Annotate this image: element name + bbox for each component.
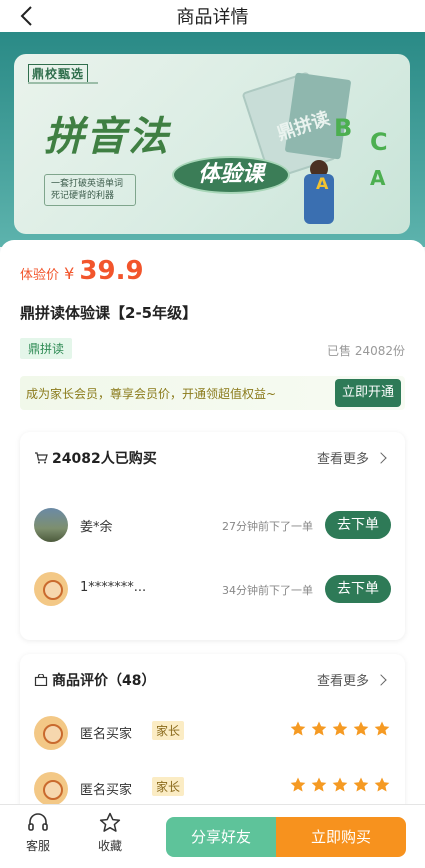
buyer-name: 1*******... xyxy=(80,580,147,595)
reviewer-role-badge: 家长 xyxy=(152,777,185,796)
course-banner[interactable]: 鼎校甄选 拼音法 一套打破英语单词死记硬背的利器 鼎拼读 体验课 B C A A xyxy=(14,54,410,234)
page-title: 商品详情 xyxy=(176,7,249,28)
service-label: 客服 xyxy=(25,839,50,853)
headset-icon xyxy=(28,813,48,831)
product-tag: 鼎拼读 xyxy=(20,338,73,359)
buy-now-button[interactable]: 立即购买 xyxy=(276,817,406,857)
price-symbol: ¥ xyxy=(64,264,75,283)
buyer-name: 姜*余 xyxy=(80,520,113,535)
buyers-header: 24082人已购买 xyxy=(34,448,157,468)
buyers-panel: 24082人已购买 查看更多 姜*余 27分钟前下了一单 去下单 1******… xyxy=(20,432,405,640)
reviews-more-link[interactable]: 查看更多 xyxy=(316,670,387,689)
star-icon xyxy=(353,721,369,736)
star-icon xyxy=(311,721,327,736)
reviewer-role-badge: 家长 xyxy=(152,721,185,740)
star-outline-icon xyxy=(99,812,121,832)
reviews-header: 商品评价（48） xyxy=(34,670,155,690)
reviews-more-label: 查看更多 xyxy=(316,674,369,689)
favorite-tab[interactable]: 收藏 xyxy=(90,811,130,854)
buyers-header-label: 24082人已购买 xyxy=(52,451,157,467)
letter-a: A xyxy=(370,166,386,190)
chevron-right-icon xyxy=(375,452,387,464)
buyer-time: 34分钟前下了一单 xyxy=(222,584,313,597)
star-icon xyxy=(353,777,369,792)
reviewer-name: 匿名买家 xyxy=(80,783,133,798)
order-button[interactable]: 去下单 xyxy=(325,511,391,539)
bag-icon xyxy=(34,674,48,686)
vip-text: 成为家长会员，尊享会员价，开通领超值权益~ xyxy=(26,387,277,401)
reviewer-name: 匿名买家 xyxy=(80,727,133,742)
banner-pill: 体验课 xyxy=(172,156,290,194)
avatar xyxy=(34,508,68,542)
review-row: 匿名买家 家长 xyxy=(34,714,391,750)
star-icon xyxy=(311,777,327,792)
order-button[interactable]: 去下单 xyxy=(325,575,391,603)
review-row: 匿名买家 家长 xyxy=(34,770,391,806)
rating-stars xyxy=(286,720,391,742)
product-title: 鼎拼读体验课【2-5年级】 xyxy=(20,304,198,322)
banner-pill-label: 体验课 xyxy=(197,162,264,187)
price-label: 体验价 xyxy=(20,268,60,283)
avatar xyxy=(34,772,68,806)
buyers-more-label: 查看更多 xyxy=(316,452,369,467)
brand-logo: 鼎校甄选 xyxy=(28,64,89,83)
cart-icon xyxy=(35,452,48,464)
banner-slogan: 一套打破英语单词死记硬背的利器 xyxy=(44,174,136,206)
buyer-time: 27分钟前下了一单 xyxy=(222,520,313,533)
customer-service-tab[interactable]: 客服 xyxy=(18,811,58,854)
buyer-row: 1*******... 34分钟前下了一单 去下单 xyxy=(34,570,391,610)
share-button[interactable]: 分享好友 xyxy=(166,817,276,857)
chevron-right-icon xyxy=(375,674,387,686)
open-vip-button[interactable]: 立即开通 xyxy=(335,379,401,407)
price-value: 39.9 xyxy=(79,256,144,286)
letter-a-small: A xyxy=(316,174,329,193)
buyers-more-link[interactable]: 查看更多 xyxy=(316,448,387,467)
reviews-panel: 商品评价（48） 查看更多 匿名买家 家长 匿名买家 家长 xyxy=(20,654,405,814)
avatar xyxy=(34,572,68,606)
top-nav: 商品详情 xyxy=(0,0,425,32)
bottom-action-bar: 客服 收藏 分享好友 立即购买 xyxy=(0,804,425,868)
star-icon xyxy=(332,777,348,792)
star-icon xyxy=(290,777,306,792)
buyer-row: 姜*余 27分钟前下了一单 去下单 xyxy=(34,506,391,546)
letter-c: C xyxy=(370,128,388,156)
price-row: 体验价 ¥ 39.9 xyxy=(20,256,144,286)
star-icon xyxy=(332,721,348,736)
avatar xyxy=(34,716,68,750)
letter-b: B xyxy=(334,114,353,142)
banner-headline: 拼音法 xyxy=(44,114,170,160)
star-icon xyxy=(374,721,390,736)
reviews-header-label: 商品评价（48） xyxy=(52,673,156,689)
star-icon xyxy=(290,721,306,736)
favorite-label: 收藏 xyxy=(97,839,122,853)
banner-area: 鼎校甄选 拼音法 一套打破英语单词死记硬背的利器 鼎拼读 体验课 B C A A xyxy=(0,32,425,247)
vip-banner: 成为家长会员，尊享会员价，开通领超值权益~ 立即开通 xyxy=(20,376,405,410)
sold-count: 已售 24082份 xyxy=(327,344,405,358)
brand-underline xyxy=(28,82,98,84)
star-icon xyxy=(374,777,390,792)
rating-stars xyxy=(286,776,391,798)
